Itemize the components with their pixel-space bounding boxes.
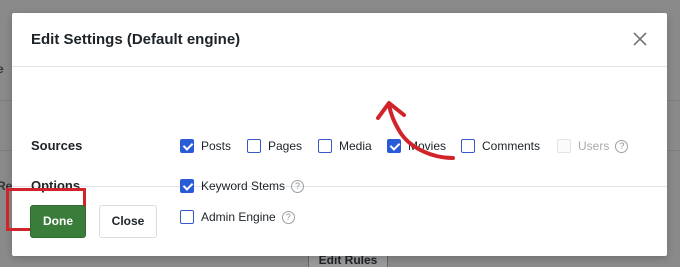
source-checkbox-users: Users?: [557, 138, 629, 154]
source-checkbox-media[interactable]: Media: [318, 138, 372, 154]
sources-label: Sources: [31, 138, 83, 153]
checkbox-label: Users: [578, 139, 610, 153]
annotation-arrow-icon: [376, 101, 455, 160]
source-checkbox-pages[interactable]: Pages: [247, 138, 302, 154]
checkbox-box[interactable]: [247, 139, 261, 153]
checkbox-label: Media: [339, 139, 372, 153]
source-checkbox-posts[interactable]: Posts: [180, 138, 231, 154]
background-fragment: e: [0, 62, 4, 76]
close-icon[interactable]: [631, 30, 649, 48]
checkbox-box[interactable]: [180, 139, 194, 153]
dialog-header: Edit Settings (Default engine): [12, 13, 667, 67]
checkbox-box: [557, 139, 571, 153]
checkbox-label: Comments: [482, 139, 541, 153]
close-button[interactable]: Close: [99, 205, 157, 238]
help-icon[interactable]: ?: [615, 139, 629, 153]
checkbox-label: Pages: [268, 139, 303, 153]
done-button[interactable]: Done: [30, 205, 86, 238]
checkbox-label: Posts: [201, 139, 232, 153]
dialog-title: Edit Settings (Default engine): [31, 31, 241, 48]
source-checkbox-comments[interactable]: Comments: [461, 138, 540, 154]
dialog-body: Sources Options Posts Pages Media Movies Com…: [12, 67, 667, 224]
checkbox-box[interactable]: [318, 139, 332, 153]
